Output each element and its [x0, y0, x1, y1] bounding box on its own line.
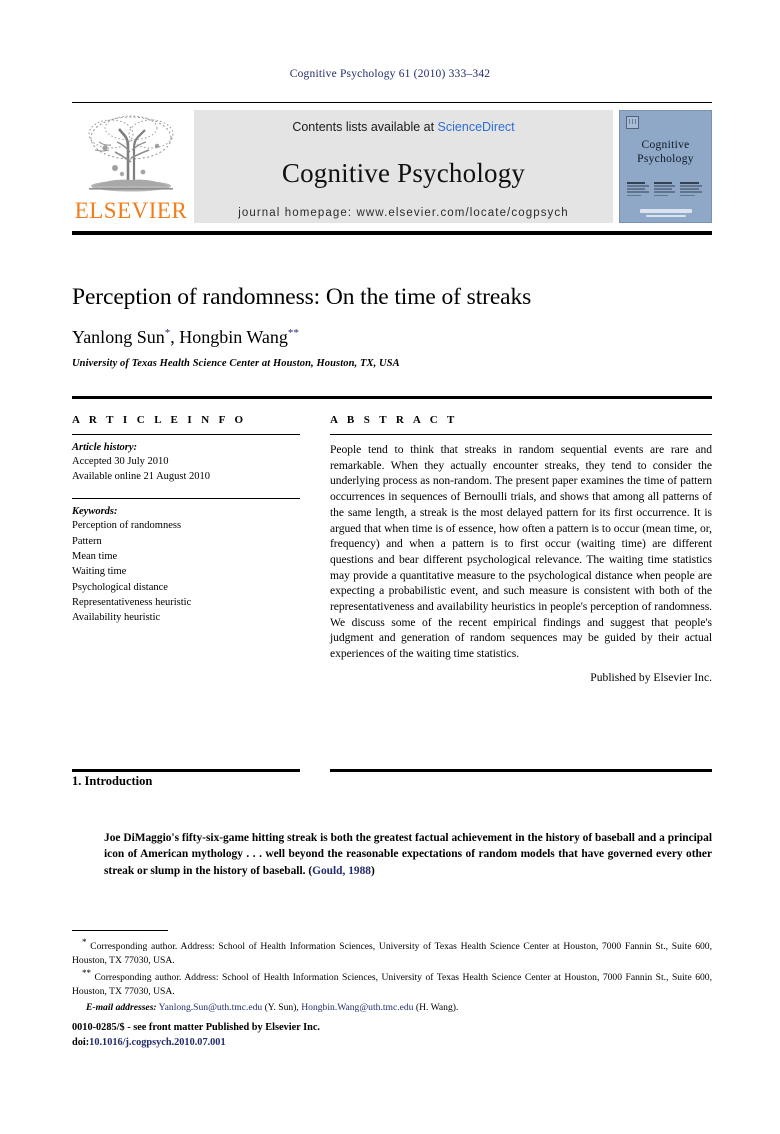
author-name-2: Hongbin Wang	[179, 327, 288, 348]
article-info-heading: A R T I C L E I N F O	[72, 414, 247, 426]
page-title: Perception of randomness: On the time of…	[72, 284, 532, 310]
cover-contents-columns	[624, 182, 707, 197]
sciencedirect-link[interactable]: ScienceDirect	[438, 120, 515, 134]
cover-column	[653, 182, 678, 197]
article-first-page: Cognitive Psychology 61 (2010) 333–342 E…	[0, 0, 780, 1134]
introduction-epigraph: Joe DiMaggio's fifty-six-game hitting st…	[104, 830, 712, 879]
abstract-publisher-line: Published by Elsevier Inc.	[590, 670, 712, 684]
section-heading-introduction: 1. Introduction	[72, 774, 153, 788]
email-addresses-label: E-mail addresses:	[86, 1001, 157, 1013]
doi-prefix: doi:	[72, 1036, 90, 1048]
issn-front-matter-line: 0010-0285/$ - see front matter Published…	[72, 1022, 320, 1033]
footnote-corresponding-author-1: * Corresponding author. Address: School …	[72, 936, 712, 967]
keyword-item: Mean time	[72, 551, 118, 563]
cover-subtitle-text	[624, 173, 707, 177]
email-owner-sun: (Y. Sun),	[262, 1001, 302, 1013]
info-section-bottom-rule	[72, 769, 300, 772]
article-info-column: A R T I C L E I N F O Article history: A…	[72, 414, 300, 684]
author-list: Yanlong Sun*, Hongbin Wang**	[72, 327, 299, 348]
citation-link-gould-1988[interactable]: Gould, 1988	[312, 865, 371, 877]
author-name-1: Yanlong Sun	[72, 327, 165, 348]
journal-masthead: ELSEVIER Contents lists available at Sci…	[72, 102, 712, 235]
contents-available-line: Contents lists available at ScienceDirec…	[292, 120, 514, 134]
epigraph-closing-paren: )	[370, 864, 375, 877]
cover-journal-title: Cognitive Psychology	[624, 139, 707, 166]
keyword-item: Perception of randomness	[72, 520, 182, 532]
journal-title: Cognitive Psychology	[281, 158, 526, 188]
elsevier-logo: ELSEVIER	[72, 110, 190, 223]
title-block: Perception of randomness: On the time of…	[72, 283, 712, 369]
epigraph-text: Joe DiMaggio's fifty-six-game hitting st…	[104, 832, 712, 877]
info-rule-2	[72, 498, 300, 500]
abstract-section-bottom-rule	[330, 769, 712, 772]
keyword-item: Psychological distance	[72, 581, 168, 593]
footnote-text-1: Corresponding author. Address: School of…	[72, 941, 712, 966]
elsevier-wordmark: ELSEVIER	[74, 198, 188, 223]
keyword-item: Representativeness heuristic	[72, 597, 192, 609]
footnote-email-addresses: E-mail addresses: Yanlong.Sun@uth.tmc.ed…	[72, 1001, 712, 1015]
keywords-label: Keywords:	[72, 506, 118, 518]
author-marker-2[interactable]: **	[288, 327, 299, 339]
footnote-text-2: Corresponding author. Address: School of…	[72, 972, 712, 998]
journal-cover-thumbnail: Cognitive Psychology	[619, 110, 712, 223]
info-abstract-columns: A R T I C L E I N F O Article history: A…	[72, 414, 712, 684]
article-history-online: Available online 21 August 2010	[72, 471, 211, 483]
author-marker-1[interactable]: *	[165, 327, 171, 339]
email-link-sun[interactable]: Yanlong.Sun@uth.tmc.edu	[159, 1002, 263, 1013]
article-history-label: Article history:	[72, 442, 138, 453]
abstract-column: A B S T R A C T People tend to think tha…	[330, 414, 712, 684]
masthead-bottom-rule	[72, 231, 712, 235]
footnote-separator-rule	[72, 930, 168, 932]
keyword-item: Availability heuristic	[72, 612, 161, 624]
abstract-heading: A B S T R A C T	[330, 414, 458, 426]
contents-prefix-text: Contents lists available at	[292, 120, 438, 134]
abstract-text: People tend to think that streaks in ran…	[330, 443, 712, 661]
footnote-corresponding-author-2: ** Corresponding author. Address: School…	[72, 967, 712, 998]
cover-column	[627, 182, 651, 197]
elsevier-emblem-icon	[626, 116, 639, 129]
keyword-item: Waiting time	[72, 566, 127, 578]
journal-homepage-link[interactable]: journal homepage: www.elsevier.com/locat…	[200, 207, 607, 223]
sciencedirect-banner: Contents lists available at ScienceDirec…	[194, 110, 613, 223]
masthead-top-rule	[72, 102, 712, 103]
keyword-item: Pattern	[72, 535, 102, 547]
abstract-rule	[330, 434, 712, 435]
colophon-block: 0010-0285/$ - see front matter Published…	[72, 1021, 320, 1050]
elsevier-tree-icon	[88, 115, 174, 192]
footnotes-block: * Corresponding author. Address: School …	[72, 936, 712, 1014]
email-link-wang[interactable]: Hongbin.Wang@uth.tmc.edu	[301, 1002, 413, 1013]
cover-title-line-1: Cognitive	[641, 139, 690, 151]
keywords-list: Perception of randomness Pattern Mean ti…	[72, 518, 300, 625]
author-affiliation: University of Texas Health Science Cente…	[72, 357, 400, 369]
cover-title-line-2: Psychology	[637, 152, 694, 165]
footnote-marker-2: **	[82, 968, 91, 979]
info-rule-1	[72, 434, 300, 435]
running-head: Cognitive Psychology 61 (2010) 333–342	[289, 68, 491, 80]
doi-line: doi:10.1016/j.cogpsych.2010.07.001	[72, 1036, 320, 1051]
info-section-top-rule	[72, 396, 712, 399]
cover-column	[680, 182, 704, 197]
cover-footer-logo	[620, 208, 711, 217]
email-owner-wang: (H. Wang).	[413, 1001, 459, 1013]
article-history-accepted: Accepted 30 July 2010	[72, 456, 169, 467]
doi-link[interactable]: 10.1016/j.cogpsych.2010.07.001	[89, 1037, 225, 1048]
